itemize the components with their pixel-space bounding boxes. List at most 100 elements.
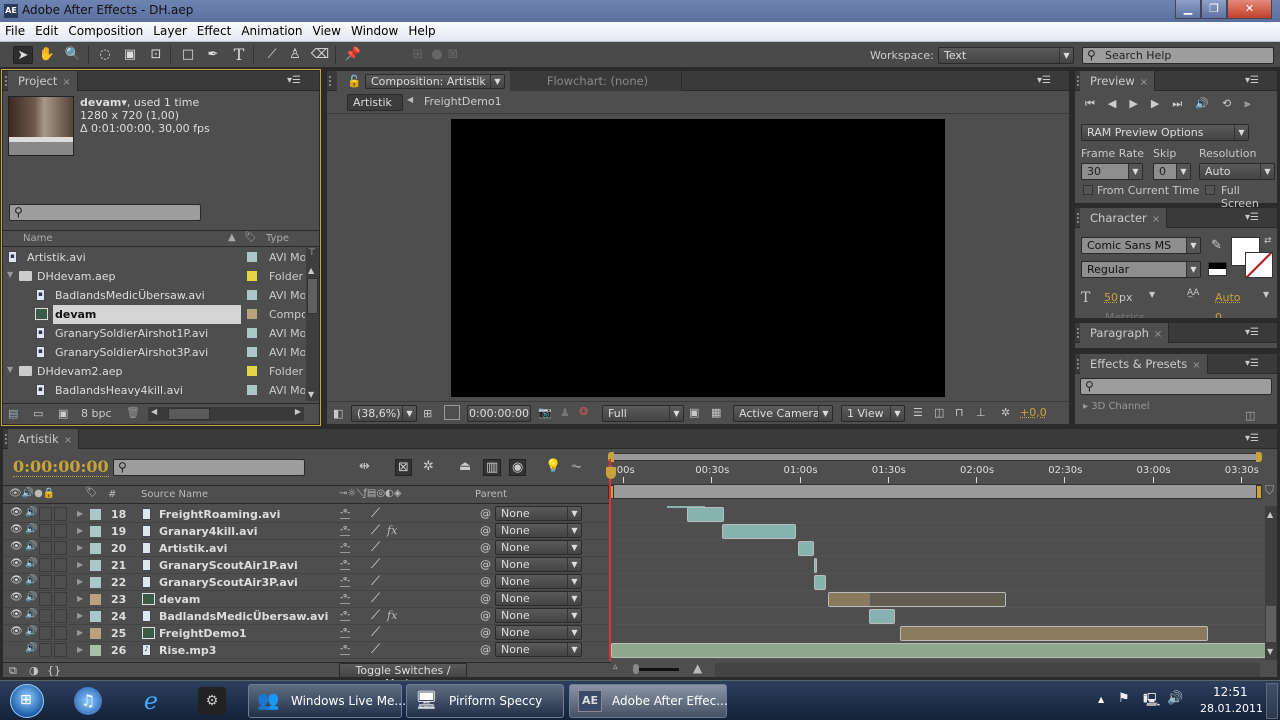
label-color-swatch[interactable] <box>247 347 257 357</box>
steam-icon[interactable]: ⚙ <box>198 687 226 715</box>
lock-icon[interactable]: 🔓 <box>347 74 361 88</box>
clone-stamp-tool-icon[interactable]: ♙ <box>285 46 305 64</box>
project-scrollbar[interactable]: ⊤ ▲ ▼ <box>306 248 319 401</box>
pen-tool-icon[interactable]: ✒ <box>203 46 223 64</box>
project-hscrollbar[interactable]: ◀ ▶ <box>148 407 304 421</box>
comp-marker-bin-icon[interactable]: ⛉ <box>1265 483 1274 498</box>
layer-duration-bar[interactable] <box>813 575 827 590</box>
ram-preview-options-select[interactable]: RAM Preview Options ▼ <box>1081 124 1249 141</box>
layer-duration-bar[interactable] <box>686 507 724 522</box>
expand-arrow-icon[interactable]: ▼ <box>7 365 13 374</box>
reset-exposure-icon[interactable]: ✲ <box>1001 406 1010 419</box>
hand-tool-icon[interactable]: ✋ <box>37 46 57 64</box>
tracking-value[interactable]: 0 <box>1215 311 1222 318</box>
rectangle-tool-icon[interactable]: □ <box>178 46 198 64</box>
menu-file[interactable]: File <box>0 22 30 38</box>
menu-help[interactable]: Help <box>403 22 440 38</box>
loop-icon[interactable]: ⟲ <box>1222 97 1244 110</box>
layer-duration-bar[interactable] <box>868 609 896 624</box>
panel-menu-icon[interactable]: ▾☰ <box>287 75 301 86</box>
graph-editor-icon[interactable]: ⏦ <box>571 459 582 474</box>
frame-blending-icon[interactable]: ▥ <box>483 459 502 476</box>
ram-preview-icon[interactable]: ⫸ <box>1244 97 1263 110</box>
layer-switches-icon[interactable]: ⧉ <box>9 664 17 678</box>
layer-duration-bar[interactable] <box>798 541 814 556</box>
new-folder-icon[interactable]: ▭ <box>33 407 43 420</box>
draft-3d-icon[interactable]: ✲ <box>423 459 434 474</box>
network-icon[interactable]: 🖳 <box>1143 691 1160 713</box>
search-help-input[interactable]: ⚲ Search Help <box>1082 47 1274 64</box>
pixel-aspect-icon[interactable]: ☰ <box>913 406 923 419</box>
eyedropper-icon[interactable]: ✎ <box>1211 238 1222 253</box>
label-color-swatch[interactable] <box>247 271 257 281</box>
internet-explorer-icon[interactable]: e <box>136 686 166 716</box>
safe-zones-icon[interactable]: ⊞ <box>423 407 432 420</box>
project-item[interactable]: ▪ Artistik.avi AVI Mo <box>3 248 305 267</box>
time-ruler[interactable]: 0:00s 00:30s 01:00s 01:30s 02:00s 02:30s 03:00… <box>607 463 1261 483</box>
snapshot-icon[interactable]: 📷 <box>538 406 552 419</box>
font-family-select[interactable]: Comic Sans MS ▼ <box>1081 237 1201 254</box>
work-area-navigator[interactable] <box>608 452 1262 462</box>
playhead-handle[interactable] <box>606 467 616 479</box>
label-tag-icon[interactable]: 🏷 <box>244 232 257 243</box>
zoom-in-icon[interactable]: ▲ <box>693 661 702 675</box>
resolution-select[interactable]: Auto ▼ <box>1199 163 1275 180</box>
track-area[interactable] <box>3 506 1265 660</box>
trash-icon[interactable]: 🗑 <box>126 406 140 419</box>
menu-window[interactable]: Window <box>346 22 403 38</box>
font-size-value[interactable]: 50 <box>1104 291 1118 304</box>
first-frame-icon[interactable]: ⏮ <box>1085 97 1108 110</box>
effects-category-item[interactable]: ▸ 3D Channel <box>1083 401 1150 412</box>
play-icon[interactable]: ▶ <box>1129 97 1150 110</box>
next-frame-icon[interactable]: ▶ <box>1151 97 1172 110</box>
breadcrumb-artistik[interactable]: Artistik <box>347 94 403 111</box>
timeline-search-input[interactable]: ⚲ <box>113 459 305 476</box>
tab-paragraph[interactable]: Paragraph × <box>1080 323 1170 343</box>
zoom-out-icon[interactable]: ▵ <box>613 662 618 672</box>
project-item[interactable]: ▼ DHdevam.aep Folder <box>3 267 305 286</box>
timeline-current-time[interactable]: 0:00:00:00 <box>13 457 109 477</box>
restore-button[interactable]: ❐ <box>1201 0 1227 19</box>
view-layout-select[interactable]: 1 View ▼ <box>841 405 905 422</box>
project-item[interactable]: devam Compo <box>3 305 305 324</box>
workspace-select[interactable]: Text ▼ <box>938 47 1074 64</box>
exposure-value[interactable]: +0,0 <box>1020 406 1047 419</box>
column-source-name[interactable]: Source Name <box>141 489 208 500</box>
tab-flowchart[interactable]: Flowchart: (none) <box>510 71 682 91</box>
label-color-swatch[interactable] <box>247 290 257 300</box>
puppet-pin-tool-icon[interactable]: 📌 <box>343 46 363 64</box>
current-time-display[interactable]: 0:00:00:00 <box>467 405 531 422</box>
chevron-down-icon[interactable]: ▼ <box>1263 290 1269 299</box>
transfer-controls-icon[interactable]: ◑ <box>29 664 39 677</box>
flowchart-icon[interactable]: ⊥ <box>976 406 986 419</box>
stroke-color-swatch[interactable] <box>1245 252 1273 278</box>
selection-tool-icon[interactable]: ➤ <box>13 46 33 64</box>
column-parent[interactable]: Parent <box>475 489 507 500</box>
project-item[interactable]: ▪ GranarySoldierAirshot3P.avi AVI Mo <box>3 343 305 362</box>
timeline-vscrollbar[interactable]: ▲ ▼ <box>1265 506 1277 660</box>
tab-character[interactable]: Character × <box>1080 208 1168 228</box>
project-item[interactable]: ▼ DHdevam2.aep Folder <box>3 362 305 381</box>
taskbar-button[interactable]: 🖥 Piriform Speccy <box>406 684 564 718</box>
zoom-slider[interactable] <box>633 664 679 674</box>
label-color-swatch[interactable] <box>247 252 257 262</box>
black-white-swatch[interactable] <box>1208 262 1227 276</box>
fast-previews-icon[interactable]: ▣ <box>689 406 699 419</box>
composition-viewer[interactable] <box>451 119 945 397</box>
menu-layer[interactable]: Layer <box>148 22 191 38</box>
in-out-icon[interactable]: {} <box>47 664 61 677</box>
layer-duration-bar[interactable] <box>813 558 818 573</box>
label-color-swatch[interactable] <box>247 328 257 338</box>
label-color-swatch[interactable] <box>247 309 257 319</box>
panel-menu-icon[interactable]: ▾☰ <box>1245 358 1259 369</box>
live-update-icon[interactable]: ⊠ <box>395 459 412 476</box>
toggle-switches-modes-button[interactable]: Toggle Switches / Modes <box>339 663 467 690</box>
volume-icon[interactable]: 🔊 <box>1167 691 1183 706</box>
label-color-swatch[interactable] <box>247 366 257 376</box>
camera-select[interactable]: Active Camera ▼ <box>733 405 833 422</box>
menu-composition[interactable]: Composition <box>63 22 148 38</box>
interpret-footage-icon[interactable]: ▤ <box>8 407 18 420</box>
resolution-select[interactable]: Full ▼ <box>602 405 684 422</box>
tab-project[interactable]: Project × <box>8 71 78 91</box>
layer-duration-bar[interactable] <box>900 626 1208 641</box>
